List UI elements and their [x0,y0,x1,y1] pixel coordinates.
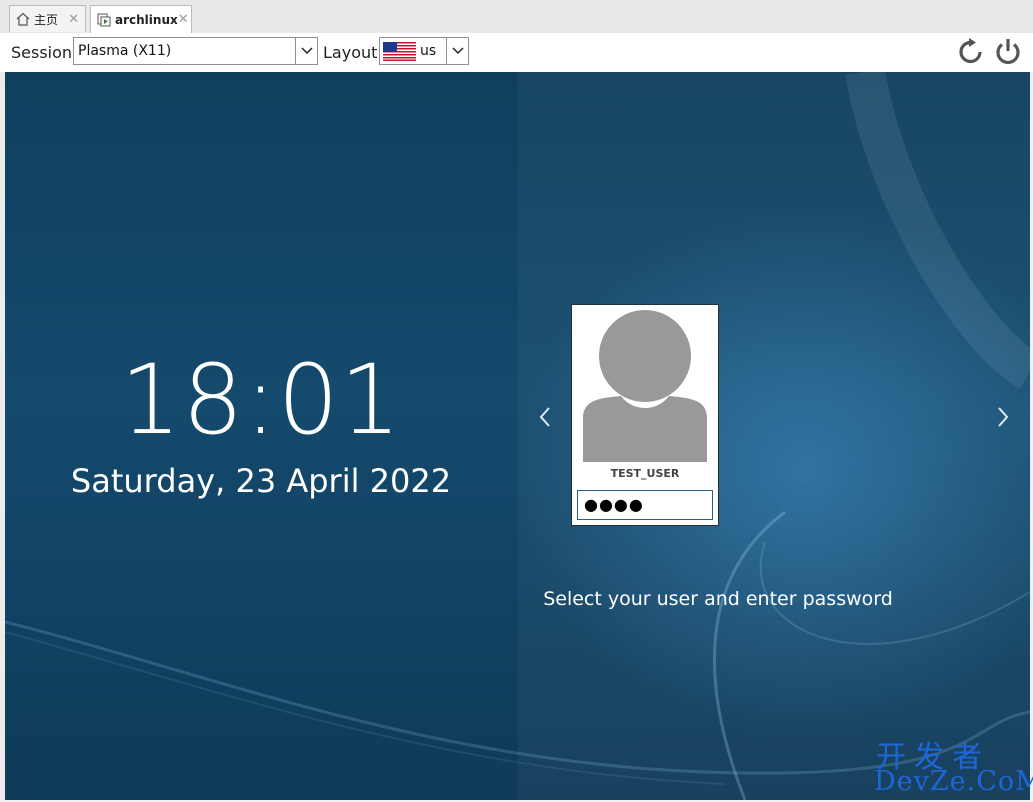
tab-home-label: 主页 [34,12,59,27]
password-field[interactable]: ●●●● [577,490,713,520]
vm-icon [97,13,111,27]
tab-archlinux-label: archlinux [115,12,178,27]
chevron-left-icon[interactable] [535,405,555,429]
layout-value: us [420,43,437,59]
tab-bar: 主页 ✕ archlinux ✕ [0,0,1033,34]
watermark-line2: DevZe.CoM [874,766,1033,797]
clock-date: Saturday, 23 April 2022 [70,462,452,500]
layout-label: Layout [323,43,378,62]
user-card[interactable]: TEST_USER ●●●● [571,304,719,526]
session-label: Session [11,43,73,62]
tab-archlinux[interactable]: archlinux ✕ [90,5,192,33]
home-icon [16,12,30,26]
login-screen: 18:01 Saturday, 23 April 2022 TEST_USER … [5,72,1030,800]
session-value: Plasma (X11) [78,43,172,59]
layout-select[interactable]: us [379,37,469,65]
session-select[interactable]: Plasma (X11) [73,37,318,65]
clock-time: 18:01 [120,344,402,456]
power-icon[interactable] [993,37,1023,67]
login-hint: Select your user and enter password [543,588,893,610]
chevron-down-icon[interactable] [446,38,468,64]
tab-home[interactable]: 主页 ✕ [9,5,86,32]
close-icon[interactable]: ✕ [68,12,79,27]
avatar-icon [581,310,709,466]
greeter-toolbar: Session Plasma (X11) Layout us [0,33,1033,72]
chevron-right-icon[interactable] [993,405,1013,429]
watermark: 开发者 DevZe.CoM [870,732,1033,798]
us-flag-icon [383,42,416,65]
close-icon[interactable]: ✕ [178,12,189,27]
username-label: TEST_USER [610,467,680,480]
restart-icon[interactable] [956,37,986,67]
chevron-down-icon[interactable] [295,38,317,64]
